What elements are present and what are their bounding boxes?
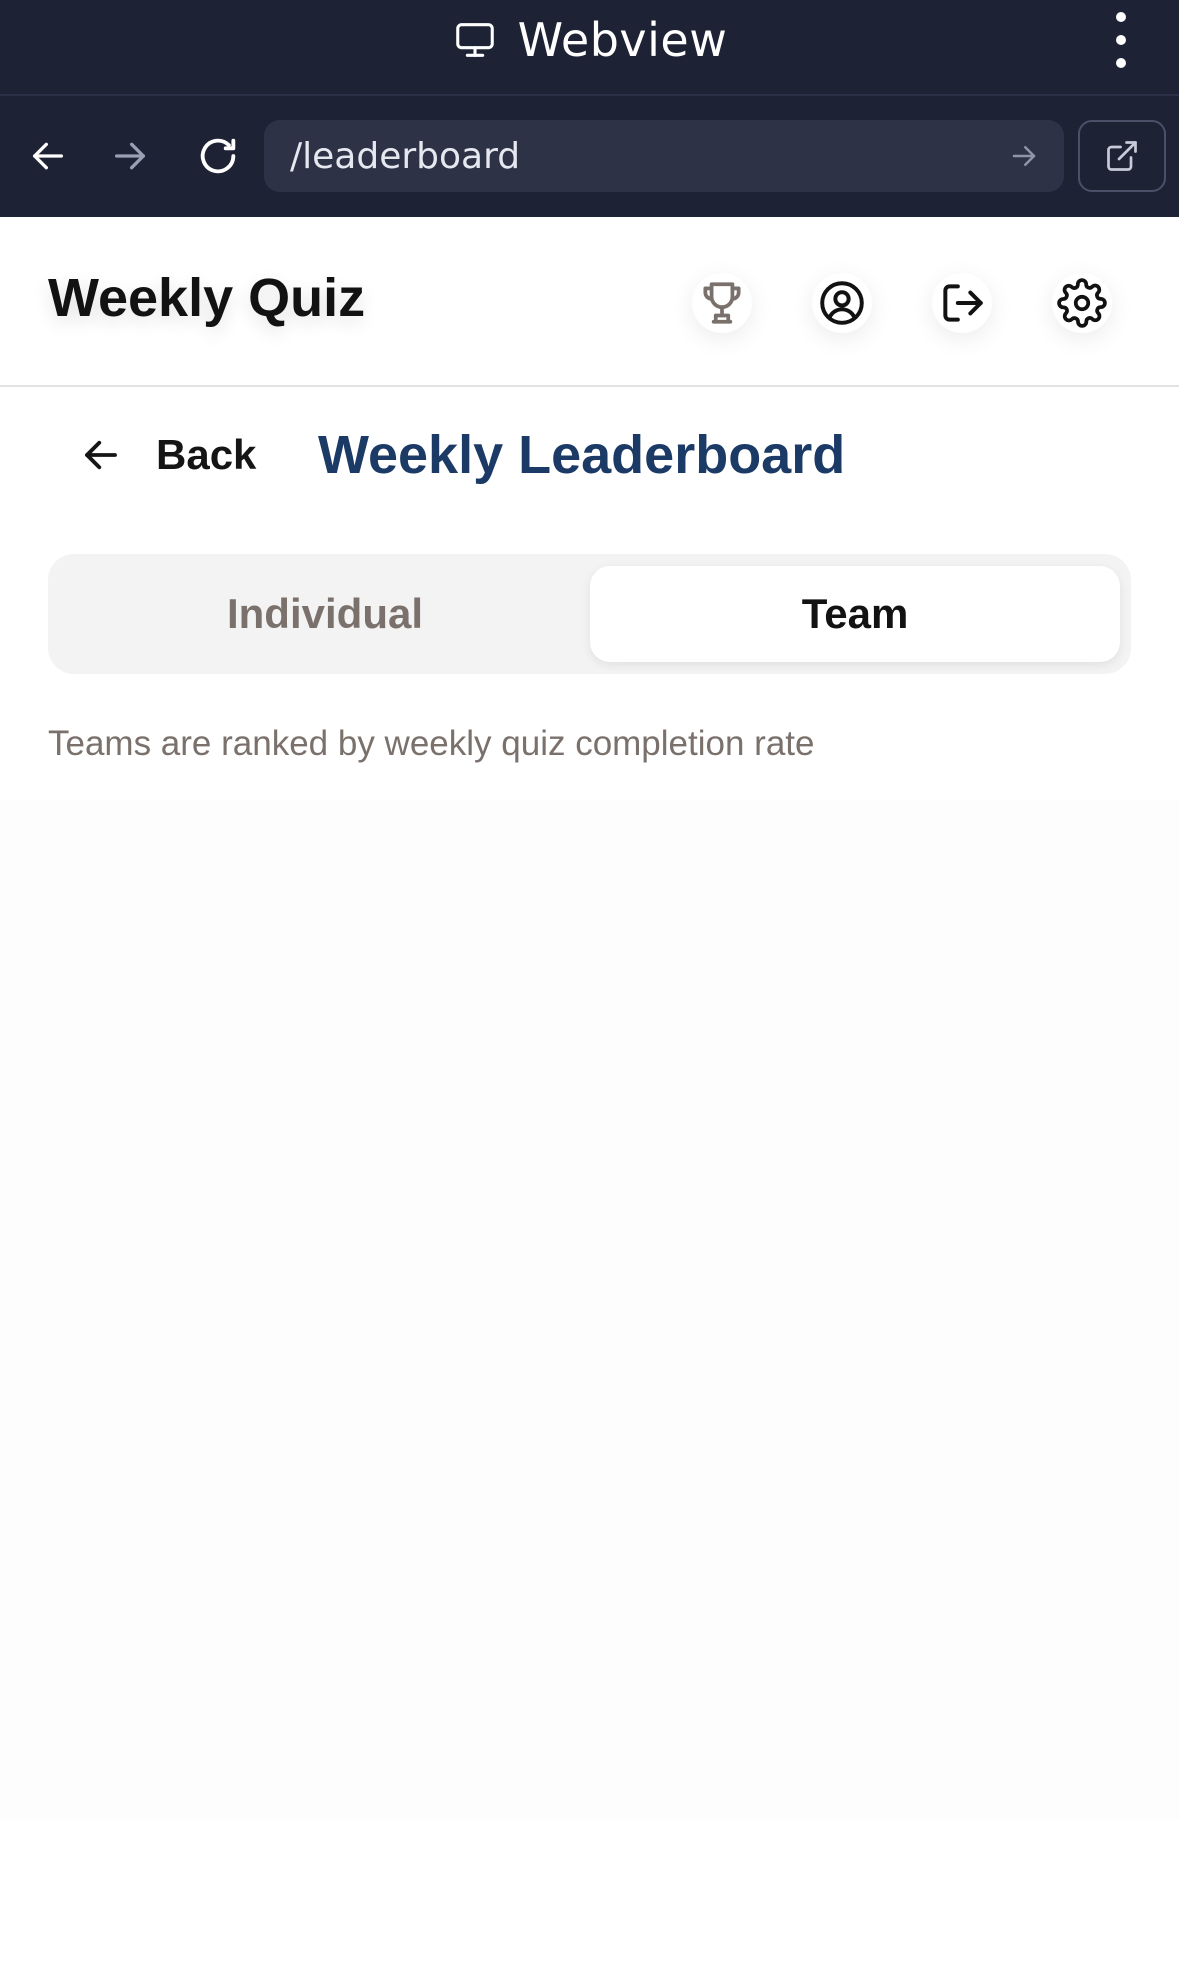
webview-titlebar: Webview <box>0 0 1179 96</box>
user-circle-icon <box>820 281 864 325</box>
webview-title-group: Webview <box>0 0 1179 80</box>
nav-back-button[interactable] <box>16 124 80 188</box>
open-external-button[interactable] <box>1078 120 1166 192</box>
ranking-info-text: Teams are ranked by weekly quiz completi… <box>48 724 815 763</box>
tab-team[interactable]: Team <box>590 566 1120 662</box>
refresh-icon <box>200 138 236 174</box>
webview-navbar: /leaderboard <box>0 96 1179 217</box>
webview-title: Webview <box>517 13 728 67</box>
nav-forward-button[interactable] <box>98 124 162 188</box>
arrow-left-icon <box>33 142 63 170</box>
nav-reload-button[interactable] <box>186 124 250 188</box>
app-header: Weekly Quiz <box>0 217 1179 387</box>
monitor-icon <box>455 23 494 57</box>
logout-icon <box>943 284 983 322</box>
settings-button[interactable] <box>1052 273 1112 333</box>
trophy-icon <box>703 282 741 324</box>
page-title: Weekly Leaderboard <box>318 425 846 485</box>
logout-button[interactable] <box>932 273 992 333</box>
more-vertical-icon[interactable] <box>1103 8 1139 72</box>
profile-button[interactable] <box>812 273 872 333</box>
app-title: Weekly Quiz <box>48 268 366 328</box>
url-go-button[interactable] <box>1002 134 1046 178</box>
arrow-left-icon <box>85 440 117 470</box>
page-title-row: Back Weekly Leaderboard <box>0 400 1179 510</box>
leaderboard-button[interactable] <box>692 273 752 333</box>
back-label: Back <box>156 431 257 478</box>
external-link-icon <box>1107 141 1137 171</box>
tab-individual[interactable]: Individual <box>60 566 590 662</box>
arrow-right-icon <box>115 142 145 170</box>
arrow-right-icon <box>1012 146 1036 166</box>
back-button[interactable]: Back <box>80 420 256 490</box>
url-input[interactable]: /leaderboard <box>264 120 1064 192</box>
leaderboard-content <box>0 800 1179 1820</box>
gear-icon <box>1057 278 1107 328</box>
url-text: /leaderboard <box>290 135 521 177</box>
leaderboard-tabs: Individual Team <box>48 554 1131 674</box>
